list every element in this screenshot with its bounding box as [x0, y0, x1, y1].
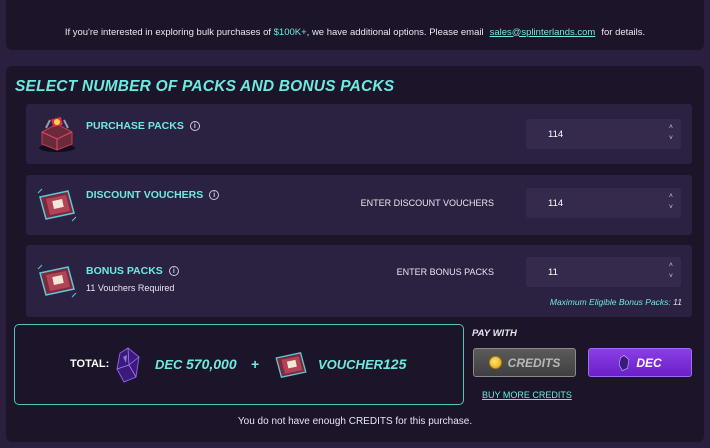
- discount-vouchers-label-group: DISCOUNT VOUCHERS i: [86, 189, 220, 201]
- insufficient-credits-message: You do not have enough CREDITS for this …: [237, 416, 473, 427]
- discount-vouchers-label: DISCOUNT VOUCHERS: [86, 189, 204, 201]
- chevron-up-icon[interactable]: ˄: [669, 260, 673, 271]
- bonus-packs-row: BONUS PACKS i 11 Vouchers Required ENTER…: [26, 245, 692, 317]
- voucher-icon: [34, 261, 80, 301]
- total-voucher-currency: VOUCHER: [318, 357, 384, 372]
- pay-dec-button[interactable]: DEC: [588, 348, 692, 377]
- section-title: SELECT NUMBER OF PACKS AND BONUS PACKS: [15, 78, 395, 95]
- purchase-packs-label-group: PURCHASE PACKS i: [86, 120, 200, 132]
- bonus-packs-label-group: BONUS PACKS i: [86, 265, 179, 277]
- voucher-icon: [271, 347, 311, 388]
- discount-vouchers-stepper[interactable]: ˄ ˅: [669, 191, 673, 213]
- purchase-packs-label: PURCHASE PACKS: [86, 120, 184, 132]
- banner-highlight: $100K+: [273, 26, 307, 38]
- discount-vouchers-row: DISCOUNT VOUCHERS i ENTER DISCOUNT VOUCH…: [26, 175, 692, 235]
- vouchers-required-text: 11 Vouchers Required: [86, 283, 175, 293]
- info-icon[interactable]: i: [168, 266, 179, 276]
- chevron-down-icon[interactable]: ˅: [669, 202, 673, 213]
- banner-text-middle: , we have additional options. Please ema…: [306, 26, 484, 38]
- bulk-purchase-banner: If you're interested in exploring bulk p…: [6, 0, 704, 50]
- total-voucher-value: 125: [383, 356, 407, 372]
- dec-gem-icon: [115, 347, 141, 388]
- dec-gem-icon: [619, 354, 630, 371]
- bonus-packs-stepper[interactable]: ˄ ˅: [669, 260, 673, 282]
- total-plus: +: [251, 356, 260, 372]
- chevron-down-icon[interactable]: ˅: [669, 271, 673, 282]
- max-eligible-bonus-packs: Maximum Eligible Bonus Packs: 11: [550, 297, 682, 307]
- buy-more-credits-link[interactable]: BUY MORE CREDITS: [482, 390, 572, 400]
- discount-vouchers-input[interactable]: 114 ˄ ˅: [526, 188, 681, 218]
- pay-with-label: PAY WITH: [472, 328, 517, 339]
- bonus-packs-value: 11: [548, 266, 558, 278]
- pay-dec-label: DEC: [636, 355, 662, 370]
- pay-credits-label: CREDITS: [507, 355, 561, 370]
- info-icon[interactable]: i: [189, 121, 200, 131]
- bonus-packs-input[interactable]: 11 ˄ ˅: [526, 257, 681, 287]
- sales-email-link[interactable]: sales@splinterlands.com: [490, 27, 596, 38]
- purchase-packs-row: PURCHASE PACKS i 114 ˄ ˅: [26, 104, 692, 164]
- purchase-packs-value: 114: [548, 128, 564, 140]
- enter-discount-vouchers-label: ENTER DISCOUNT VOUCHERS: [360, 198, 494, 208]
- info-icon[interactable]: i: [209, 190, 220, 200]
- chevron-down-icon[interactable]: ˅: [669, 133, 673, 144]
- purchase-packs-stepper[interactable]: ˄ ˅: [669, 122, 673, 144]
- total-label: TOTAL:: [70, 358, 110, 370]
- total-dec-currency: DEC: [155, 357, 183, 372]
- banner-text-after: for details.: [601, 26, 646, 38]
- total-box: TOTAL: DEC 570,000 + VOUCHER 125: [14, 324, 464, 405]
- chevron-up-icon[interactable]: ˄: [669, 191, 673, 202]
- max-eligible-label: Maximum Eligible Bonus Packs:: [549, 297, 671, 307]
- total-dec-value: 570,000: [186, 356, 237, 372]
- discount-vouchers-value: 114: [548, 197, 564, 209]
- credits-coin-icon: [488, 356, 502, 369]
- banner-text-before: If you're interested in exploring bulk p…: [64, 26, 271, 38]
- pack-chest-icon: [34, 114, 80, 154]
- voucher-icon: [34, 185, 80, 225]
- chevron-up-icon[interactable]: ˄: [669, 122, 673, 133]
- purchase-panel: SELECT NUMBER OF PACKS AND BONUS PACKS P…: [6, 66, 704, 442]
- max-eligible-value: 11: [673, 297, 682, 307]
- bonus-packs-label: BONUS PACKS: [86, 265, 163, 277]
- pay-credits-button[interactable]: CREDITS: [473, 348, 576, 377]
- enter-bonus-packs-label: ENTER BONUS PACKS: [396, 267, 494, 277]
- purchase-packs-input[interactable]: 114 ˄ ˅: [526, 119, 681, 149]
